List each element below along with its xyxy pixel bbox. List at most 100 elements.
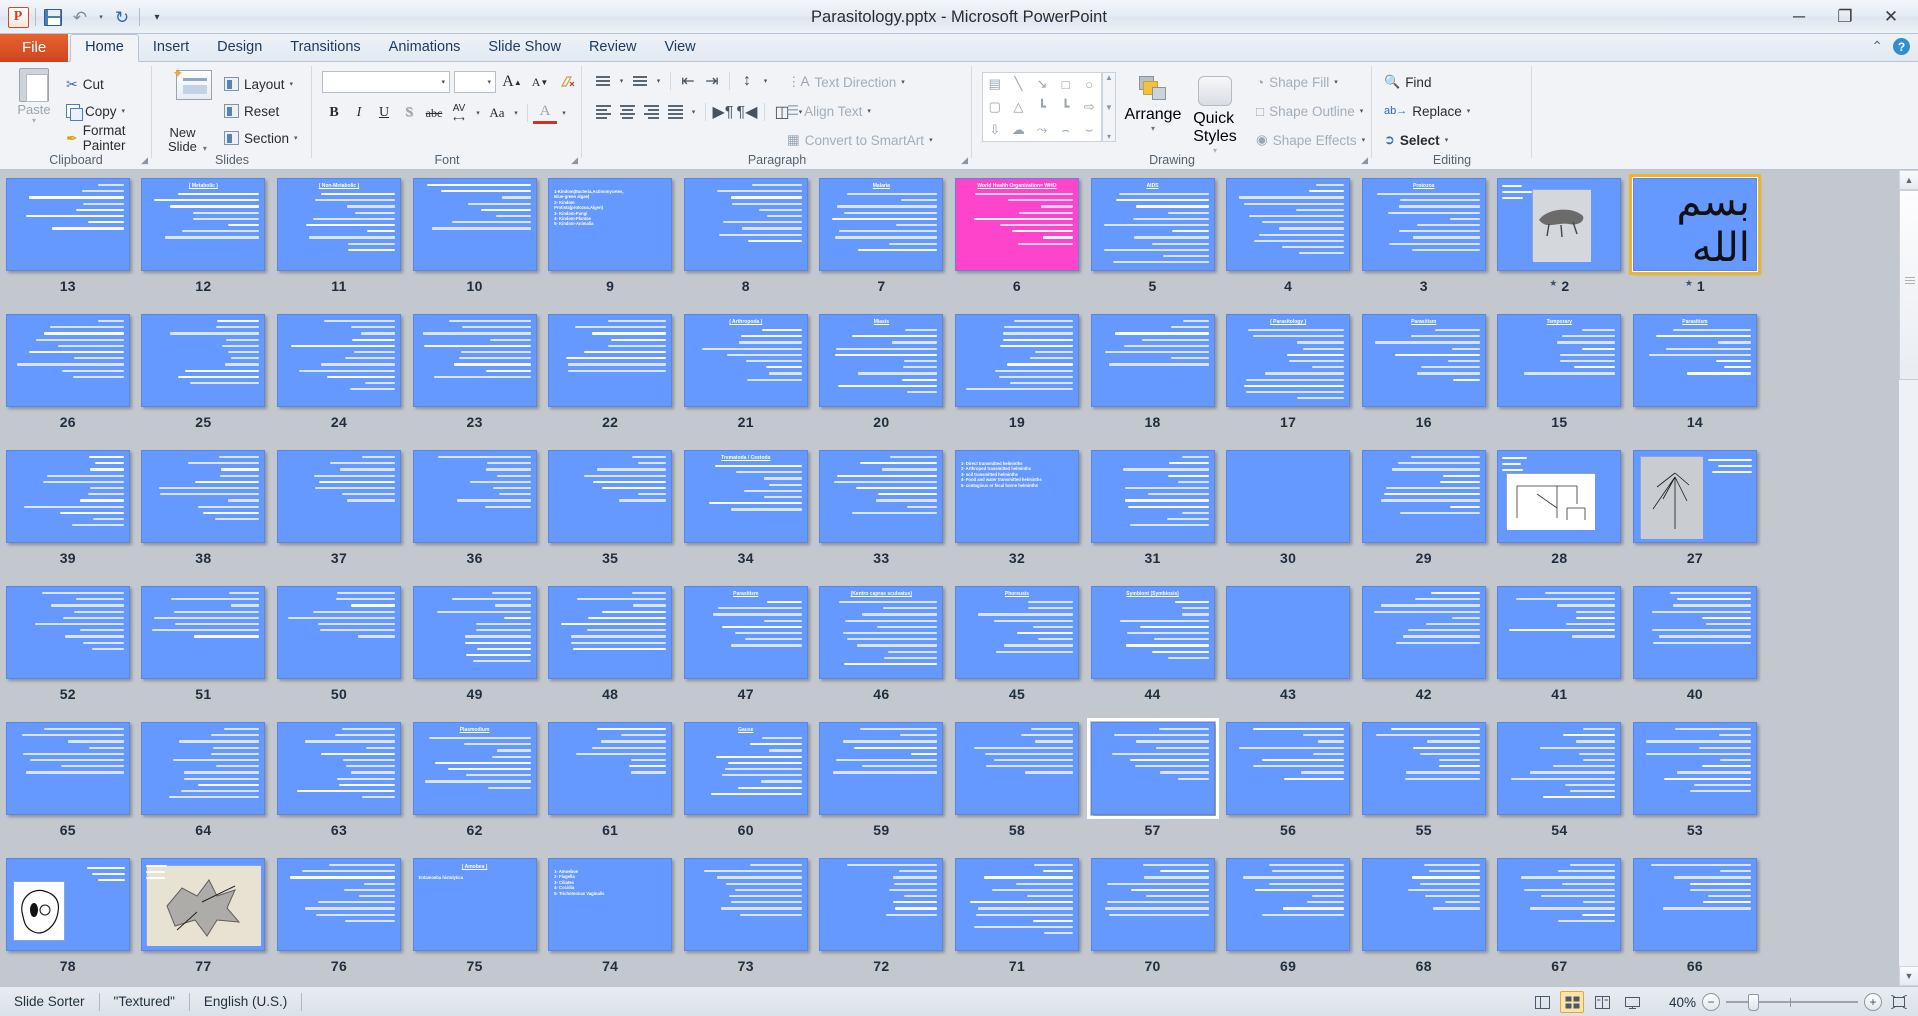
quick-styles-button[interactable]: Quick Styles ▾ bbox=[1186, 76, 1244, 155]
numbering-button[interactable] bbox=[629, 71, 651, 91]
slide-thumbnail-20[interactable]: Miasis bbox=[819, 314, 944, 407]
slide-cell[interactable]: 48 bbox=[542, 578, 678, 714]
zoom-out-button[interactable]: − bbox=[1702, 993, 1720, 1011]
slide-cell[interactable]: Plasmodium 62 bbox=[407, 714, 543, 850]
select-button[interactable]: ➲ Select ▾ bbox=[1384, 128, 1448, 152]
slide-thumbnail-31[interactable] bbox=[1090, 450, 1215, 543]
layout-button[interactable]: Layout ▾ bbox=[224, 72, 293, 96]
rtl-text-direction-button[interactable]: ¶◀ bbox=[736, 102, 758, 122]
slide-cell[interactable]: 37 bbox=[271, 442, 407, 578]
slide-cell[interactable]: 61 bbox=[542, 714, 678, 850]
shape-glyph-13[interactable]: ⌢ bbox=[1061, 122, 1070, 138]
arrange-button[interactable]: Arrange ▾ bbox=[1124, 76, 1182, 133]
slide-cell[interactable]: 78 bbox=[0, 850, 136, 986]
slide-thumbnail-75[interactable]: ( Amobea ) Entamoeba histolytica bbox=[412, 858, 537, 951]
text-direction-dropdown-icon[interactable]: ▾ bbox=[901, 78, 905, 86]
slide-thumbnail-56[interactable] bbox=[1226, 722, 1351, 815]
slide-cell[interactable]: 53 bbox=[1627, 714, 1763, 850]
zoom-in-button[interactable]: + bbox=[1864, 993, 1882, 1011]
slide-cell[interactable]: 49 bbox=[407, 578, 543, 714]
font-size-dropdown-icon[interactable]: ▾ bbox=[487, 78, 491, 86]
clipboard-dialog-launcher[interactable]: ◢ bbox=[141, 155, 148, 166]
slide-thumbnail-46[interactable]: (Kentro capras sculeatus) bbox=[819, 586, 944, 679]
slide-thumbnail-39[interactable] bbox=[5, 450, 130, 543]
italic-button[interactable]: I bbox=[347, 102, 371, 124]
slide-thumbnail-23[interactable] bbox=[412, 314, 537, 407]
slide-thumbnail-74[interactable]: 1- Amoeboe 2- Flagella 3- Ciliates 4- Co… bbox=[548, 858, 673, 951]
shape-glyph-14[interactable]: ⌣ bbox=[1085, 122, 1094, 138]
underline-button[interactable]: U bbox=[372, 102, 396, 124]
slide-thumbnail-11[interactable]: ( Non-Metabolic ) bbox=[276, 178, 401, 271]
slide-cell[interactable]: World Health Organization= WHO 6 bbox=[949, 170, 1085, 306]
convert-to-smartart-button[interactable]: ▦ Convert to SmartArt ▾ bbox=[787, 128, 933, 152]
slide-thumbnail-40[interactable] bbox=[1632, 586, 1757, 679]
slide-cell[interactable]: 55 bbox=[1356, 714, 1492, 850]
slide-thumbnail-51[interactable] bbox=[141, 586, 266, 679]
shape-glyph-2[interactable]: ↘ bbox=[1037, 76, 1048, 92]
shape-glyph-9[interactable]: ⇨ bbox=[1084, 99, 1095, 115]
slide-cell[interactable]: Protozoa 3 bbox=[1356, 170, 1492, 306]
slide-thumbnail-18[interactable] bbox=[1090, 314, 1215, 407]
slide-thumbnail-3[interactable]: Protozoa bbox=[1361, 178, 1486, 271]
slide-cell[interactable]: 36 bbox=[407, 442, 543, 578]
justify-button[interactable] bbox=[664, 102, 686, 122]
slide-cell[interactable]: 42 bbox=[1356, 578, 1492, 714]
select-dropdown-icon[interactable]: ▾ bbox=[1445, 136, 1449, 144]
tab-view[interactable]: View bbox=[650, 34, 709, 62]
slide-cell[interactable]: Miasis 20 bbox=[814, 306, 950, 442]
slide-show-view-button[interactable] bbox=[1620, 991, 1644, 1013]
slide-thumbnail-47[interactable]: Parasitism bbox=[683, 586, 808, 679]
tab-slide-show[interactable]: Slide Show bbox=[474, 34, 575, 62]
tab-file[interactable]: File bbox=[0, 34, 69, 62]
slide-cell[interactable]: 68 bbox=[1356, 850, 1492, 986]
slide-cell[interactable]: (Kentro capras sculeatus) 46 bbox=[814, 578, 950, 714]
zoom-slider[interactable] bbox=[1726, 993, 1858, 1011]
slide-grid[interactable]: 13( Metabolic ) 12( Non-Metabolic ) 11 10 1-… bbox=[0, 170, 1898, 986]
text-direction-button[interactable]: ⋮A Text Direction ▾ bbox=[787, 70, 905, 94]
replace-button[interactable]: ab→ Replace ▾ bbox=[1384, 99, 1470, 123]
slide-thumbnail-34[interactable]: Trematoda / Cestoda bbox=[683, 450, 808, 543]
slide-cell[interactable]: 19 bbox=[949, 306, 1085, 442]
slide-cell[interactable]: 28 bbox=[1492, 442, 1628, 578]
slide-sorter-pane[interactable]: 13( Metabolic ) 12( Non-Metabolic ) 11 10 1-… bbox=[0, 170, 1918, 986]
slide-thumbnail-4[interactable] bbox=[1226, 178, 1351, 271]
tab-design[interactable]: Design bbox=[203, 34, 276, 62]
language-label[interactable]: English (U.S.) bbox=[190, 991, 301, 1013]
slide-cell[interactable]: Phoreusis 45 bbox=[949, 578, 1085, 714]
slide-cell[interactable]: 65 bbox=[0, 714, 136, 850]
slide-cell[interactable]: 35 bbox=[542, 442, 678, 578]
copy-button[interactable]: Copy ▾ bbox=[66, 99, 125, 123]
slide-cell[interactable]: 43 bbox=[1220, 578, 1356, 714]
slide-thumbnail-55[interactable] bbox=[1361, 722, 1486, 815]
slide-cell[interactable]: 33 bbox=[814, 442, 950, 578]
slide-cell[interactable]: ( Parasitology ) 17 bbox=[1220, 306, 1356, 442]
slide-cell[interactable]: 51 bbox=[136, 578, 272, 714]
slide-thumbnail-48[interactable] bbox=[548, 586, 673, 679]
slide-cell[interactable]: 38 bbox=[136, 442, 272, 578]
shape-glyph-7[interactable]: ┗ bbox=[1038, 99, 1046, 115]
slide-cell[interactable]: 59 bbox=[814, 714, 950, 850]
slide-cell[interactable]: ( Metabolic ) 12 bbox=[136, 170, 272, 306]
slide-cell[interactable]: 76 bbox=[271, 850, 407, 986]
reset-button[interactable]: Reset bbox=[224, 99, 279, 123]
slide-cell[interactable]: 31 bbox=[1085, 442, 1221, 578]
slide-thumbnail-6[interactable]: World Health Organization= WHO bbox=[954, 178, 1079, 271]
slide-cell[interactable]: 4 bbox=[1220, 170, 1356, 306]
slide-thumbnail-28[interactable] bbox=[1497, 450, 1622, 543]
slide-thumbnail-1[interactable]: بسم الله bbox=[1628, 174, 1761, 275]
slide-thumbnail-64[interactable] bbox=[141, 722, 266, 815]
increase-indent-button[interactable]: ⇥ bbox=[701, 71, 723, 91]
slide-cell[interactable]: 50 bbox=[271, 578, 407, 714]
character-spacing-button[interactable]: AV ⟷ bbox=[447, 102, 471, 124]
slide-cell[interactable]: Temporary 15 bbox=[1492, 306, 1628, 442]
shape-effects-dropdown-icon[interactable]: ▾ bbox=[1362, 136, 1366, 144]
slide-thumbnail-71[interactable] bbox=[954, 858, 1079, 951]
slide-cell[interactable]: 71 bbox=[949, 850, 1085, 986]
slide-thumbnail-65[interactable] bbox=[5, 722, 130, 815]
numbering-dropdown-icon[interactable]: ▾ bbox=[653, 71, 664, 91]
animation-indicator-icon[interactable]: ★ bbox=[1549, 278, 1557, 289]
ltr-text-direction-button[interactable]: ▶¶ bbox=[712, 102, 734, 122]
slide-cell[interactable]: 52 bbox=[0, 578, 136, 714]
slide-thumbnail-67[interactable] bbox=[1497, 858, 1622, 951]
scrollbar-thumb[interactable] bbox=[1899, 190, 1918, 380]
